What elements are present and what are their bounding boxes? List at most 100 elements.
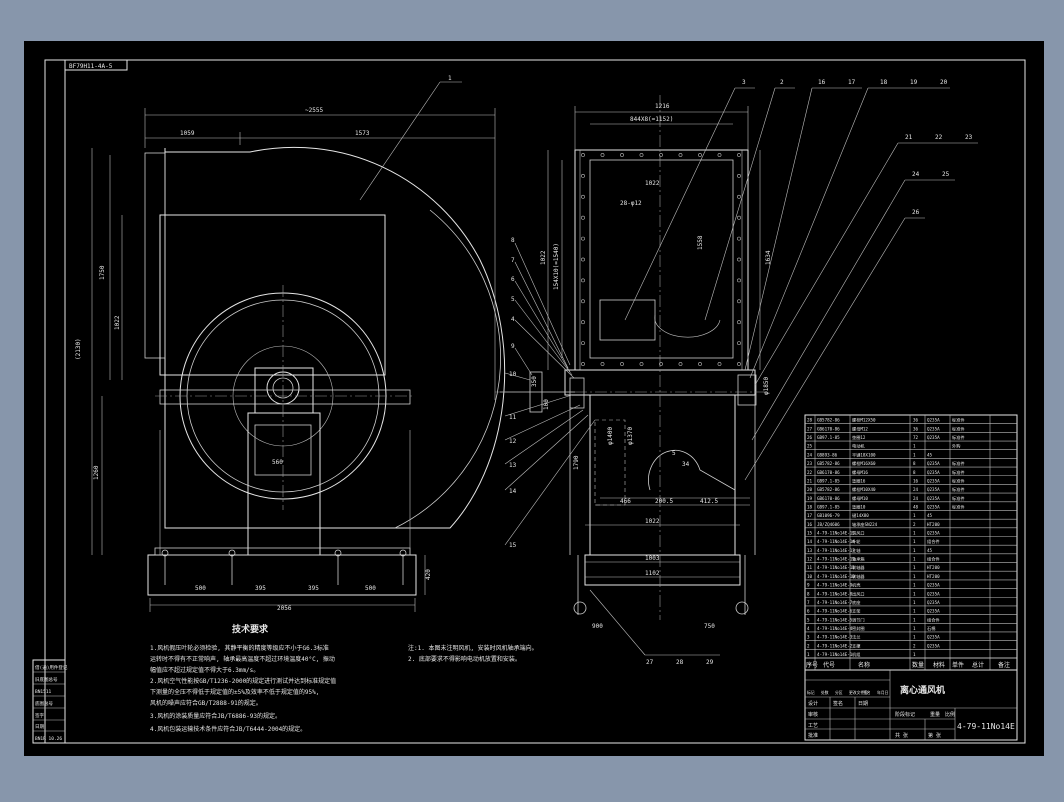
balloon-6: 6 — [511, 276, 515, 283]
check-label: 审核 — [808, 711, 818, 718]
drawing-code: 4-79-11No14E — [957, 722, 1015, 731]
balloon-7: 7 — [511, 257, 515, 264]
bom-cell: 平键18X100 — [852, 451, 876, 458]
balloon-27: 27 — [646, 659, 654, 666]
bom-cell: 4-79-11No14E-6 — [817, 609, 853, 614]
bom-cell: 10 — [807, 574, 813, 579]
strip-label-7: BN1R 10.26 — [35, 736, 62, 742]
balloon-17: 17 — [848, 79, 856, 86]
dim-base-500a: 500 — [195, 585, 206, 592]
bom-cell: 标准件 — [952, 425, 965, 432]
balloon-14: 14 — [509, 488, 517, 495]
bom-cell: 24 — [913, 487, 919, 492]
dim-750: 750 — [704, 623, 715, 630]
bom-cell: 石棉 — [927, 625, 935, 632]
bom-cell: Q235A — [927, 531, 940, 536]
bom-cell: 24 — [913, 496, 919, 501]
bom-cell: 螺母M10 — [852, 495, 868, 502]
bom-cell: Q235A — [927, 496, 940, 501]
bom-cell: Q235A — [927, 435, 940, 440]
dim-top-inner: 844X8(=1152) — [630, 116, 673, 123]
drawing-number-text: BF79H11-4A-5 — [69, 63, 113, 70]
dim-200: 200.5 — [655, 498, 673, 505]
bom-cell: 4-79-11No14E-3 — [817, 635, 853, 640]
dim-total-height: (2130) — [75, 338, 82, 360]
cad-drawing-canvas: BF79H11-4A-5 ~2555 1059 1573 (2130) 1750… — [0, 0, 1064, 798]
balloon-25: 25 — [942, 171, 950, 178]
balloon-29: 29 — [706, 659, 714, 666]
bom-cell: 36 — [913, 418, 919, 423]
balloon-20: 20 — [940, 79, 948, 86]
dim-left-width: 1059 — [180, 130, 195, 137]
dim-1003: 1003 — [645, 555, 660, 562]
bom-cell: 11 — [807, 565, 813, 570]
sheet-number-label: 第 张 — [928, 732, 941, 739]
bom-cell: 螺母M12 — [852, 425, 868, 432]
bom-cell: 18 — [807, 504, 813, 509]
bom-cell: Q235A — [927, 478, 940, 483]
bom-cell: 标准件 — [952, 486, 965, 493]
dim-vertical-pitch: 154X10(=1540) — [553, 243, 560, 290]
bom-cell: 72 — [913, 435, 919, 440]
balloon-16: 16 — [818, 79, 826, 86]
bom-cell: 标准件 — [952, 503, 965, 510]
bom-cell: 23 — [807, 461, 813, 466]
bom-cell: 轴承箱 — [852, 556, 865, 563]
drawing-sheet: BF79H11-4A-5 ~2555 1059 1573 (2130) 1750… — [24, 41, 1044, 756]
bom-header-cell: 数量 — [912, 661, 924, 669]
bom-cell: 组合件 — [927, 616, 940, 623]
dim-top-outer: 1216 — [655, 103, 670, 110]
dim-flange-holes: 28-φ12 — [620, 200, 642, 207]
dim-5: 5 — [672, 450, 676, 457]
bom-cell: 16 — [807, 522, 813, 527]
bom-cell: 36 — [913, 426, 919, 431]
bom-header-cell: 材料 — [933, 661, 945, 669]
bom-cell: Q235A — [927, 600, 940, 605]
bom-cell: 4-79-11No14E-12 — [817, 557, 855, 562]
bom-cell: GB97.1-85 — [817, 504, 840, 509]
bom-cell: GB5782-86 — [817, 418, 840, 423]
bom-cell: JB/ZQ4606 — [817, 522, 840, 527]
bom-cell: 45 — [927, 513, 933, 518]
dim-412: 412.5 — [700, 498, 718, 505]
bom-header-cell: 名称 — [858, 661, 870, 669]
bom-cell: Q235A — [927, 635, 940, 640]
revision-label: 标记 — [807, 690, 815, 695]
balloon-2: 2 — [780, 79, 784, 86]
bom-cell: 出风口 — [852, 590, 865, 597]
bom-cell: 标准件 — [952, 469, 965, 476]
balloon-4: 4 — [511, 316, 515, 323]
bom-cell: 4-79-11No14E-8 — [817, 591, 853, 596]
bom-cell: 48 — [913, 504, 919, 509]
dim-inner-width: 1022 — [645, 180, 660, 187]
strip-label-2: 旧底图总号 — [35, 676, 58, 683]
balloon-19: 19 — [910, 79, 918, 86]
dim-wheel-dia-a: φ1400 — [607, 427, 614, 445]
balloon-12: 12 — [509, 438, 517, 445]
dim-900: 900 — [592, 623, 603, 630]
bom-header-cell: 单件 — [952, 661, 964, 669]
dim-lower-height: 1260 — [93, 465, 100, 480]
side-note-2: 2. 底部要求不得影响电动机放置和安装。 — [408, 655, 521, 663]
scale-label: 比例 — [945, 711, 955, 718]
strip-label-6: 日期 — [35, 724, 44, 730]
dim-inner-height: 1558 — [697, 235, 704, 250]
bom-cell: 组合件 — [927, 538, 940, 545]
dim-350: 350 — [531, 376, 538, 387]
bom-cell: 标准件 — [952, 417, 965, 424]
bom-cell: GB97.1-85 — [817, 478, 840, 483]
tech-note-1: 1.风机假压叶轮必须检验, 其静平衡的精度等级应不小于G6.3标准 — [150, 644, 329, 652]
bom-cell: 标准件 — [952, 495, 965, 502]
bom-cell: 4-79-11No14E-13 — [817, 548, 855, 553]
bom-cell: Q235A — [927, 470, 940, 475]
bom-cell: 16 — [913, 478, 919, 483]
dim-1102: 1102 — [645, 570, 660, 577]
bom-cell: 底座 — [852, 599, 860, 606]
approve-label: 批准 — [808, 732, 818, 739]
dim-shaft-dia: φ1850 — [763, 377, 770, 395]
bom-cell: 28 — [807, 418, 813, 423]
balloon-23: 23 — [965, 134, 973, 141]
bom-cell: 支架 — [852, 608, 860, 615]
dim-overall-width: ~2555 — [305, 107, 323, 114]
bom-cell: 4-79-11No14E-10 — [817, 574, 855, 579]
